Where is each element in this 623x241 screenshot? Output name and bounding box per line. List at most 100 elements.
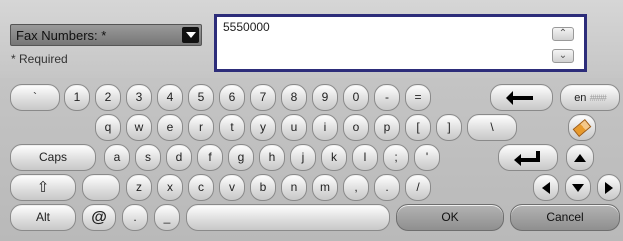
key-5-row2[interactable]: y — [250, 114, 276, 141]
key-12-row2[interactable]: \ — [467, 114, 517, 141]
cancel-button[interactable]: Cancel — [510, 204, 620, 231]
ok-button[interactable]: OK — [396, 204, 504, 231]
key-0-row4[interactable]: z — [126, 174, 152, 201]
chevron-up-icon: ⌃ — [558, 28, 568, 39]
key-4-row1-label: 4 — [166, 90, 174, 104]
key-9-row4[interactable]: / — [405, 174, 431, 201]
key-0-row4-label: z — [136, 180, 142, 194]
key-6-row4[interactable]: m — [312, 174, 338, 201]
fax-numbers-dropdown[interactable]: Fax Numbers: * — [10, 24, 202, 46]
key-1-row4[interactable]: x — [157, 174, 183, 201]
key-9-row3[interactable]: ; — [383, 144, 409, 171]
key-12-row1-label: = — [414, 90, 422, 104]
caps-key[interactable]: Caps — [10, 144, 96, 171]
key-3-row2[interactable]: r — [188, 114, 214, 141]
key-2-row3-label: d — [175, 150, 183, 164]
dot-key[interactable]: . — [122, 204, 148, 231]
key-8-row1[interactable]: 8 — [281, 84, 307, 111]
backspace-key[interactable] — [490, 84, 553, 111]
key-10-row1[interactable]: 0 — [343, 84, 369, 111]
key-4-row1[interactable]: 4 — [157, 84, 183, 111]
key-10-row3[interactable]: ' — [414, 144, 440, 171]
key-0-row1[interactable]: ` — [10, 84, 60, 111]
cursor-up-key[interactable] — [566, 144, 594, 171]
key-7-row3[interactable]: k — [321, 144, 347, 171]
enter-key[interactable] — [498, 144, 558, 171]
key-7-row1[interactable]: 7 — [250, 84, 276, 111]
key-2-row3[interactable]: d — [166, 144, 192, 171]
key-10-row2-label: [ — [416, 120, 420, 134]
cursor-right-key[interactable] — [597, 174, 621, 201]
key-2-row2[interactable]: e — [157, 114, 183, 141]
key-0-row2[interactable]: q — [95, 114, 121, 141]
key-9-row2[interactable]: p — [374, 114, 400, 141]
key-4-row3[interactable]: g — [228, 144, 254, 171]
key-1-row3[interactable]: s — [135, 144, 161, 171]
key-2-row4[interactable]: c — [188, 174, 214, 201]
key-0-row3[interactable]: a — [104, 144, 130, 171]
key-9-row2-label: p — [383, 120, 391, 134]
key-8-row3[interactable]: l — [352, 144, 378, 171]
key-3-row3[interactable]: f — [197, 144, 223, 171]
key-11-row2[interactable]: ] — [436, 114, 462, 141]
key-8-row3-label: l — [363, 150, 367, 164]
key-6-row3[interactable]: j — [290, 144, 316, 171]
scroll-up-button[interactable]: ⌃ — [552, 27, 574, 41]
key-5-row3-label: h — [268, 150, 276, 164]
key-10-row2[interactable]: [ — [405, 114, 431, 141]
scroll-down-button[interactable]: ⌄ — [552, 49, 574, 63]
key-0-row2-label: q — [104, 120, 112, 134]
key-8-row1-label: 8 — [290, 90, 298, 104]
shift-key[interactable]: ⇧ — [10, 174, 76, 201]
key-5-row1-label: 5 — [197, 90, 205, 104]
key-6-row1[interactable]: 6 — [219, 84, 245, 111]
fax-number-input[interactable]: 5550000 ⌃ ⌄ — [214, 14, 587, 72]
key-1-row1[interactable]: 1 — [64, 84, 90, 111]
key-4-row2[interactable]: t — [219, 114, 245, 141]
key-9-row1[interactable]: 9 — [312, 84, 338, 111]
key-0-row3-label: a — [113, 150, 121, 164]
key-8-row4[interactable]: . — [374, 174, 400, 201]
key-2-row1[interactable]: 2 — [95, 84, 121, 111]
key-7-row4[interactable]: , — [343, 174, 369, 201]
clear-key[interactable] — [568, 114, 596, 141]
key-8-row2[interactable]: o — [343, 114, 369, 141]
key-5-row4-label: n — [290, 180, 298, 194]
underscore-key[interactable]: _ — [154, 204, 180, 231]
language-grid: #### — [589, 93, 607, 103]
cursor-down-key[interactable] — [565, 174, 591, 201]
key-4-row2-label: t — [230, 120, 234, 134]
key-11-row1[interactable]: - — [374, 84, 400, 111]
key-1-row2[interactable]: w — [126, 114, 152, 141]
key-1-row2-label: w — [134, 120, 144, 134]
cursor-left-key[interactable] — [533, 174, 559, 201]
at-key[interactable]: @ — [82, 204, 116, 231]
key-10-row3-label: ' — [425, 150, 429, 164]
key-7-row3-label: k — [331, 150, 337, 164]
key-3-row3-label: f — [208, 150, 212, 164]
key-5-row1[interactable]: 5 — [188, 84, 214, 111]
key-3-row1[interactable]: 3 — [126, 84, 152, 111]
key-12-row2-label: \ — [490, 120, 494, 134]
key-9-row3-label: ; — [394, 150, 398, 164]
dot-key-label: . — [133, 210, 137, 224]
space-key[interactable] — [186, 204, 390, 231]
key-4-row4-label: b — [259, 180, 267, 194]
key-7-row1-label: 7 — [259, 90, 267, 104]
chevron-down-icon: ⌄ — [558, 50, 568, 61]
key-7-row2[interactable]: i — [312, 114, 338, 141]
key-12-row1[interactable]: = — [405, 84, 431, 111]
key-1-row4-label: x — [167, 180, 173, 194]
dropdown-label: Fax Numbers: * — [16, 28, 107, 43]
key-2-row1-label: 2 — [104, 90, 112, 104]
key-10-row1-label: 0 — [352, 90, 360, 104]
key-5-row4[interactable]: n — [281, 174, 307, 201]
key-5-row3[interactable]: h — [259, 144, 285, 171]
language-key[interactable]: en #### — [560, 84, 620, 111]
key-1-row1-label: 1 — [73, 90, 81, 104]
alt-key[interactable]: Alt — [10, 204, 76, 231]
key-4-row4[interactable]: b — [250, 174, 276, 201]
key-6-row2[interactable]: u — [281, 114, 307, 141]
blank-key[interactable] — [82, 174, 120, 201]
key-3-row4[interactable]: v — [219, 174, 245, 201]
